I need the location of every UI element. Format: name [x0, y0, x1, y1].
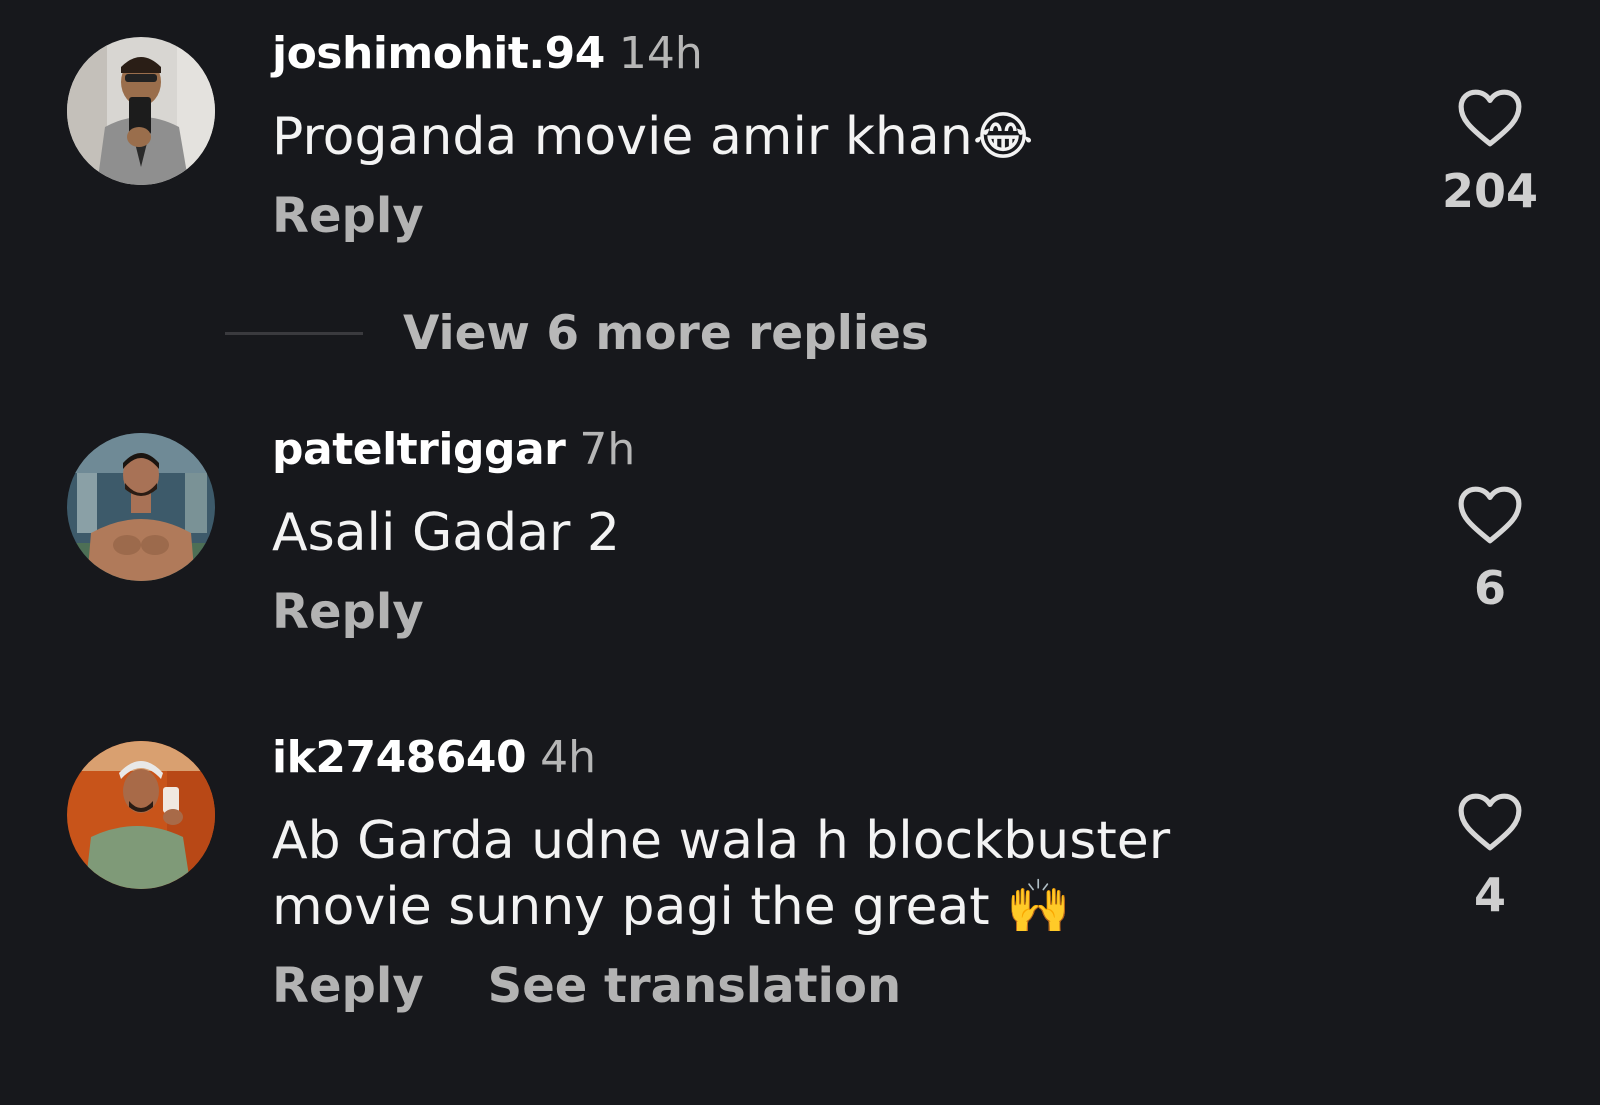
username[interactable]: ik2748640 — [272, 732, 527, 783]
like-control: 4 — [1440, 792, 1540, 918]
comment-actions: Reply — [272, 588, 424, 636]
reply-button[interactable]: Reply — [272, 962, 424, 1010]
username[interactable]: joshimohit.94 — [272, 28, 605, 79]
thread-divider — [225, 331, 363, 335]
comment-actions: Reply See translation — [272, 962, 901, 1010]
like-control: 204 — [1440, 88, 1540, 214]
like-control: 6 — [1440, 485, 1540, 611]
heart-outline-icon[interactable] — [1440, 88, 1540, 148]
heart-outline-icon[interactable] — [1440, 792, 1540, 852]
comment-time: 4h — [540, 732, 597, 783]
heart-outline-icon[interactable] — [1440, 485, 1540, 545]
like-count: 204 — [1441, 164, 1539, 218]
comment-header: ik2748640 4h — [272, 736, 596, 780]
comment-time: 7h — [579, 424, 636, 475]
comment-text-line: movie sunny pagi the great 🙌 — [272, 877, 1071, 937]
comment-header: joshimohit.94 14h — [272, 32, 703, 76]
reply-button[interactable]: Reply — [272, 192, 424, 240]
comment-text-line: Ab Garda udne wala h blockbuster — [272, 811, 1171, 871]
comment-actions: Reply — [272, 192, 424, 240]
comment-time: 14h — [618, 28, 703, 79]
reply-button[interactable]: Reply — [272, 588, 424, 636]
view-more-replies[interactable]: View 6 more replies — [225, 306, 929, 361]
view-more-replies-label[interactable]: View 6 more replies — [403, 306, 929, 361]
like-count: 6 — [1473, 561, 1506, 615]
avatar[interactable] — [67, 741, 215, 889]
comment-header: pateltriggar 7h — [272, 428, 635, 472]
comment-text: Ab Garda udne wala h blockbuster movie s… — [272, 808, 1170, 940]
like-count: 4 — [1473, 868, 1506, 922]
username[interactable]: pateltriggar — [272, 424, 566, 475]
comment-text: Proganda movie amir khan😂 — [272, 107, 1034, 167]
avatar[interactable] — [67, 433, 215, 581]
see-translation-button[interactable]: See translation — [488, 962, 902, 1010]
avatar[interactable] — [67, 37, 215, 185]
comment-text: Asali Gadar 2 — [272, 503, 620, 563]
